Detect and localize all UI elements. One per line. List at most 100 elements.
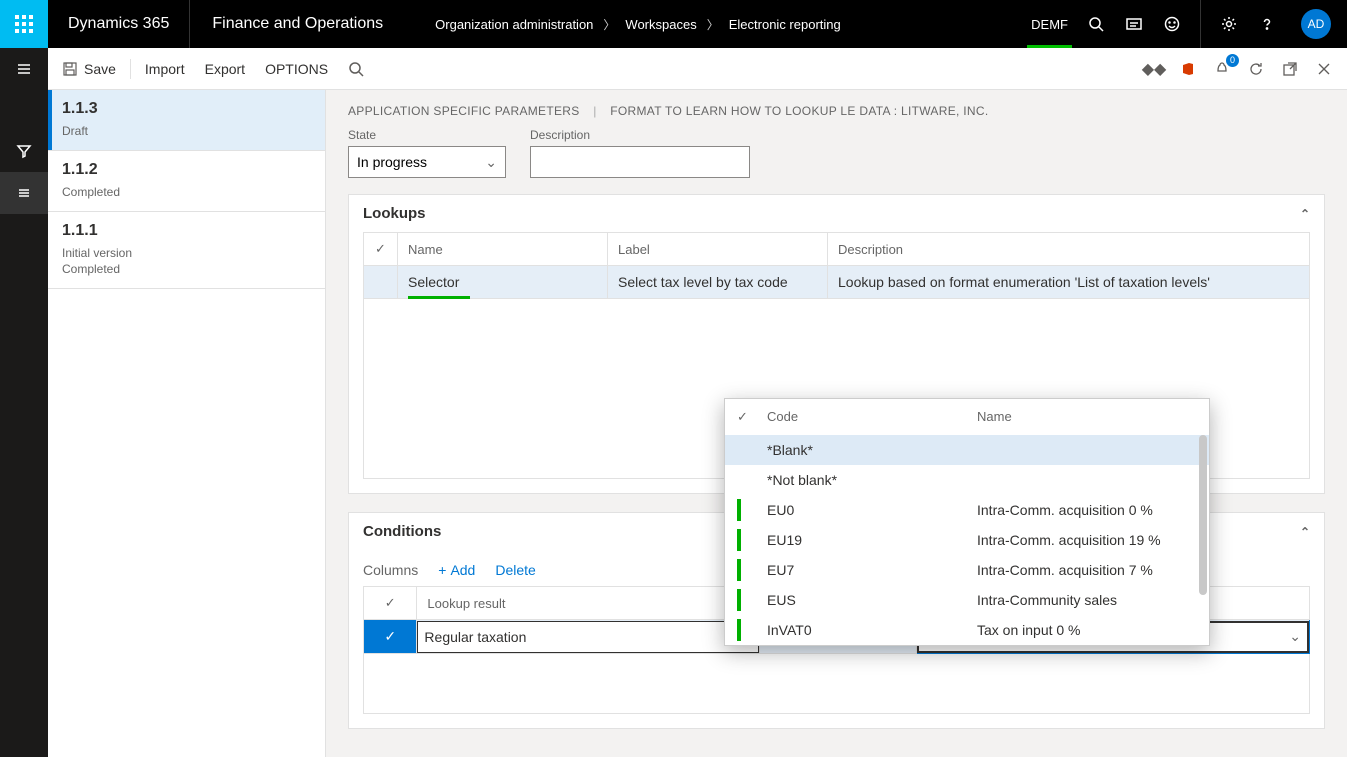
- breadcrumb-item[interactable]: Organization administration: [435, 17, 593, 32]
- col-label[interactable]: Label: [608, 233, 828, 266]
- header-fields: State In progress ⌄ Description: [348, 128, 1325, 178]
- scrollbar[interactable]: [1199, 435, 1207, 645]
- export-button[interactable]: Export: [205, 61, 245, 77]
- popup-col-name[interactable]: Name: [977, 409, 1012, 425]
- state-value: In progress: [357, 154, 427, 170]
- popup-cell-code: *Not blank*: [767, 472, 977, 488]
- app-launcher-icon[interactable]: [0, 0, 48, 48]
- grid-row[interactable]: Selector Select tax level by tax code Lo…: [364, 266, 1310, 299]
- state-field: State In progress ⌄: [348, 128, 506, 178]
- cell-lookup-result[interactable]: Regular taxation ⌄: [417, 620, 760, 654]
- chevron-up-icon[interactable]: ⌃: [1300, 525, 1310, 539]
- cell-description[interactable]: Lookup based on format enumeration 'List…: [828, 266, 1310, 299]
- separator: |: [593, 104, 596, 118]
- module-link[interactable]: Finance and Operations: [190, 0, 405, 48]
- version-item[interactable]: 1.1.3 Draft: [48, 90, 325, 151]
- options-button[interactable]: OPTIONS: [265, 61, 328, 77]
- popout-icon[interactable]: [1281, 60, 1299, 78]
- chevron-up-icon[interactable]: ⌃: [1300, 207, 1310, 221]
- cell-name[interactable]: Selector: [398, 266, 608, 299]
- columns-button[interactable]: Columns: [363, 562, 418, 578]
- brand-link[interactable]: Dynamics 365: [48, 0, 190, 48]
- active-indicator: [408, 296, 470, 299]
- popup-row[interactable]: *Not blank*: [725, 465, 1209, 495]
- user-avatar[interactable]: AD: [1301, 9, 1331, 39]
- lookups-card-header[interactable]: Lookups ⌃: [349, 195, 1324, 232]
- select-all-checkbox[interactable]: [364, 233, 398, 266]
- popup-col-code[interactable]: Code: [767, 409, 977, 425]
- search-icon[interactable]: [1086, 14, 1106, 34]
- import-button[interactable]: Import: [145, 61, 185, 77]
- version-item[interactable]: 1.1.2 Completed: [48, 151, 325, 212]
- grid-empty-space: [363, 654, 1310, 714]
- related-info-icon[interactable]: [0, 172, 48, 214]
- col-lookup-result[interactable]: Lookup result: [417, 587, 760, 620]
- save-button[interactable]: Save: [62, 61, 116, 77]
- separator: [1200, 0, 1201, 48]
- global-header: Dynamics 365 Finance and Operations Orga…: [0, 0, 1347, 48]
- col-name[interactable]: Name: [398, 233, 608, 266]
- scrollbar-thumb[interactable]: [1199, 435, 1207, 595]
- col-description[interactable]: Description: [828, 233, 1310, 266]
- row-checkbox[interactable]: [364, 266, 398, 299]
- company-picker[interactable]: DEMF: [1031, 17, 1068, 32]
- breadcrumb-item[interactable]: Electronic reporting: [729, 17, 841, 32]
- popup-row[interactable]: EUSIntra-Community sales: [725, 585, 1209, 615]
- action-pane: Save Import Export OPTIONS ◆◆ 0: [48, 48, 1347, 90]
- filter-icon[interactable]: [0, 130, 48, 172]
- save-label: Save: [84, 61, 116, 77]
- action-pane-right: ◆◆ 0: [1145, 60, 1333, 78]
- select-indicator-icon[interactable]: [737, 409, 767, 425]
- breadcrumb: Organization administration 〉 Workspaces…: [405, 0, 1015, 48]
- header-right: DEMF AD: [1015, 0, 1347, 48]
- popup-cell-code: EU7: [767, 562, 977, 578]
- select-all-checkbox[interactable]: [364, 587, 417, 620]
- popup-cell-name: Tax on input 0 %: [977, 622, 1081, 638]
- attachments-icon[interactable]: ◆◆: [1145, 60, 1163, 78]
- task-recorder-icon[interactable]: [1124, 14, 1144, 34]
- lookup-result-select[interactable]: Regular taxation ⌄: [417, 621, 759, 653]
- popup-row[interactable]: *Blank*: [725, 435, 1209, 465]
- version-status: Draft: [62, 124, 311, 138]
- version-description: Initial version: [62, 246, 311, 260]
- popup-row[interactable]: InVAT0Tax on input 0 %: [725, 615, 1209, 645]
- popup-row[interactable]: EU19Intra-Comm. acquisition 19 %: [725, 525, 1209, 555]
- hamburger-icon[interactable]: [0, 48, 48, 90]
- gear-icon[interactable]: [1219, 14, 1239, 34]
- refresh-icon[interactable]: [1247, 60, 1265, 78]
- find-icon[interactable]: [348, 61, 364, 77]
- description-input[interactable]: [530, 146, 750, 178]
- cell-label[interactable]: Select tax level by tax code: [608, 266, 828, 299]
- state-select[interactable]: In progress ⌄: [348, 146, 506, 178]
- row-checkbox[interactable]: [364, 620, 417, 654]
- office-icon[interactable]: [1179, 60, 1197, 78]
- version-number: 1.1.1: [62, 222, 311, 240]
- chevron-down-icon: ⌄: [1289, 628, 1301, 645]
- help-icon[interactable]: [1257, 14, 1277, 34]
- version-list: 1.1.3 Draft 1.1.2 Completed 1.1.1 Initia…: [48, 90, 326, 757]
- notification-icon[interactable]: 0: [1213, 60, 1231, 78]
- popup-cell-code: EU0: [767, 502, 977, 518]
- close-icon[interactable]: [1315, 60, 1333, 78]
- popup-row[interactable]: EU0Intra-Comm. acquisition 0 %: [725, 495, 1209, 525]
- delete-button[interactable]: Delete: [495, 562, 535, 578]
- add-button[interactable]: +Add: [438, 562, 475, 578]
- lookups-heading: Lookups: [363, 205, 426, 222]
- description-label: Description: [530, 128, 750, 142]
- popup-cell-code: InVAT0: [767, 622, 977, 638]
- popup-cell-code: EU19: [767, 532, 977, 548]
- popup-row[interactable]: EU7Intra-Comm. acquisition 7 %: [725, 555, 1209, 585]
- popup-cell-name: Intra-Comm. acquisition 7 %: [977, 562, 1153, 578]
- version-number: 1.1.2: [62, 161, 311, 179]
- breadcrumb-item[interactable]: Workspaces: [625, 17, 696, 32]
- popup-cell-code: *Blank*: [767, 442, 977, 458]
- smiley-icon[interactable]: [1162, 14, 1182, 34]
- version-item[interactable]: 1.1.1 Initial version Completed: [48, 212, 325, 289]
- lookups-grid: Name Label Description Selector Select t…: [363, 232, 1310, 299]
- version-status: Completed: [62, 262, 311, 276]
- version-number: 1.1.3: [62, 100, 311, 118]
- popup-header: Code Name: [725, 399, 1209, 435]
- navigation-rail: [0, 48, 48, 757]
- description-field: Description: [530, 128, 750, 178]
- popup-cell-name: Intra-Community sales: [977, 592, 1117, 608]
